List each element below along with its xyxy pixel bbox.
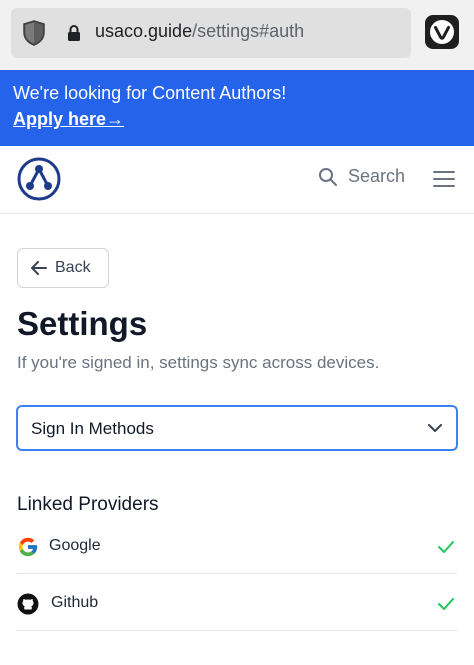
chevron-down-icon [428,424,442,432]
google-icon [18,537,38,557]
github-icon [17,593,39,615]
address-bar[interactable]: usaco.guide/settings#auth [11,8,411,58]
search-label: Search [348,166,406,186]
search-button[interactable]: Search [318,166,405,187]
usaco-guide-logo[interactable] [17,157,61,201]
provider-label-google: Google [49,537,101,554]
check-icon [438,598,454,610]
provider-row-github: Github [17,575,457,631]
banner-message: We're looking for Content Authors! [13,83,287,103]
page-subtitle: If you're signed in, settings sync acros… [17,353,380,372]
settings-section-select[interactable]: Sign In Methods [16,405,458,451]
back-button[interactable]: Back [17,248,109,288]
shield-icon[interactable] [23,20,45,46]
vivaldi-icon[interactable] [425,15,459,49]
page-title: Settings [17,305,148,342]
search-icon [319,167,337,186]
url-path: /settings#auth [192,21,305,41]
vivaldi-logo-icon [430,20,454,44]
arrow-left-icon [31,261,47,275]
hamburger-menu-icon[interactable] [433,170,455,188]
check-icon [438,541,454,553]
back-label: Back [55,259,91,276]
announcement-banner: We're looking for Content Authors! Apply… [0,70,474,146]
provider-label-github: Github [51,594,99,611]
provider-row-google: Google [17,518,457,574]
url-text[interactable]: usaco.guide/settings#auth [95,21,304,42]
url-domain: usaco.guide [95,21,193,41]
select-value: Sign In Methods [31,419,154,438]
lock-icon [68,25,80,41]
apply-here-link[interactable]: Apply here→ [13,109,124,130]
site-header: Search [0,146,474,214]
browser-toolbar: usaco.guide/settings#auth [0,0,474,70]
linked-providers-heading: Linked Providers [17,494,159,515]
